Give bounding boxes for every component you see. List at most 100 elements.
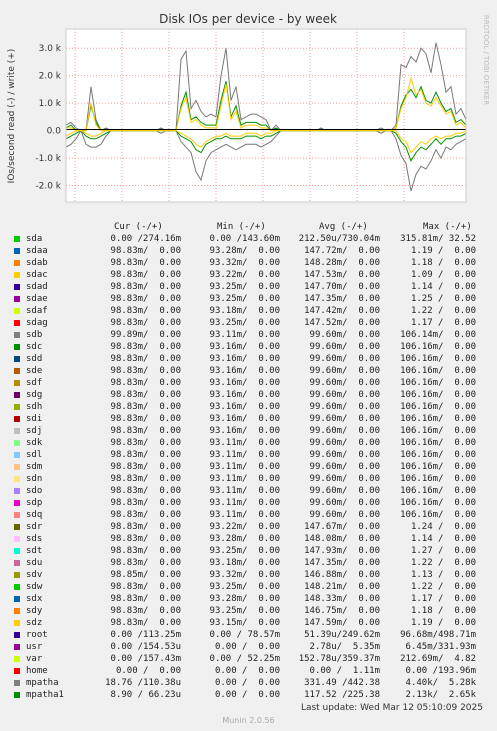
legend-device-name: sds: [26, 534, 43, 544]
legend-swatch: [14, 440, 20, 446]
legend-device-name: sdj: [26, 426, 43, 436]
rrdtool-watermark: RRDTOOL / TOBI OETIKER: [482, 15, 490, 105]
legend-cur-value: 98.83m/ 0.00: [110, 342, 181, 352]
legend-header-min: Min (-/+): [217, 222, 266, 232]
legend-device-name: sdh: [26, 402, 43, 412]
legend-max-value: 106.16m/ 0.00: [400, 426, 476, 436]
legend-swatch: [14, 680, 20, 686]
legend-device-name: sdn: [26, 474, 43, 484]
legend-device-name: root: [26, 630, 48, 640]
legend-cur-value: 98.83m/ 0.00: [110, 510, 181, 520]
legend-header-cur: Cur (-/+): [114, 222, 163, 232]
legend-cur-value: 98.83m/ 0.00: [110, 426, 181, 436]
legend-max-value: 1.24 / 0.00: [410, 522, 476, 532]
legend-cur-value: 98.83m/ 0.00: [110, 294, 181, 304]
legend-row: sdaa 98.83m/ 0.00 93.28m/ 0.00 147.72m/ 0.0…: [0, 246, 497, 258]
legend-row: sdx 98.83m/ 0.00 93.28m/ 0.00 148.33m/ 0.00…: [0, 594, 497, 606]
legend-avg-value: 99.60m/ 0.00: [309, 474, 380, 484]
legend-max-value: 106.16m/ 0.00: [400, 390, 476, 400]
legend-cur-value: 98.83m/ 0.00: [110, 522, 181, 532]
legend-row: sdr 98.83m/ 0.00 93.22m/ 0.00 147.67m/ 0.00…: [0, 522, 497, 534]
legend-avg-value: 99.60m/ 0.00: [309, 366, 380, 376]
legend-max-value: 106.14m/ 0.00: [400, 330, 476, 340]
legend-row: sdi 98.83m/ 0.00 93.16m/ 0.00 99.60m/ 0.00 1…: [0, 414, 497, 426]
legend-swatch: [14, 536, 20, 542]
legend-device-name: sdb: [26, 330, 43, 340]
legend-cur-value: 98.83m/ 0.00: [110, 474, 181, 484]
legend-avg-value: 99.60m/ 0.00: [309, 450, 380, 460]
legend-swatch: [14, 332, 20, 338]
legend-cur-value: 98.83m/ 0.00: [110, 606, 181, 616]
legend-avg-value: 147.52m/ 0.00: [304, 318, 380, 328]
legend-min-value: 93.16m/ 0.00: [209, 426, 280, 436]
legend-max-value: 4.40k/ 5.28k: [405, 678, 476, 688]
legend-avg-value: 99.60m/ 0.00: [309, 342, 380, 352]
legend-avg-value: 0.00 / 1.11m: [309, 666, 380, 676]
legend-row: sdw 98.83m/ 0.00 93.25m/ 0.00 148.21m/ 0.00…: [0, 582, 497, 594]
legend-avg-value: 146.75m/ 0.00: [304, 606, 380, 616]
legend-max-value: 106.16m/ 0.00: [400, 402, 476, 412]
legend-avg-value: 147.70m/ 0.00: [304, 282, 380, 292]
legend-avg-value: 331.49 /442.38: [304, 678, 380, 688]
legend-max-value: 106.16m/ 0.00: [400, 498, 476, 508]
legend-cur-value: 98.83m/ 0.00: [110, 390, 181, 400]
legend-min-value: 0.00 / 0.00: [214, 678, 280, 688]
legend-swatch: [14, 632, 20, 638]
legend-avg-value: 148.08m/ 0.00: [304, 534, 380, 544]
legend-row: sdac 98.83m/ 0.00 93.22m/ 0.00 147.53m/ 0.0…: [0, 270, 497, 282]
legend-cur-value: 98.83m/ 0.00: [110, 270, 181, 280]
legend-device-name: sdv: [26, 570, 43, 580]
legend-min-value: 93.25m/ 0.00: [209, 546, 280, 556]
legend-device-name: sdi: [26, 414, 43, 424]
legend-cur-value: 98.83m/ 0.00: [110, 618, 181, 628]
legend-device-name: sdz: [26, 618, 43, 628]
legend-min-value: 93.16m/ 0.00: [209, 390, 280, 400]
legend-device-name: sdr: [26, 522, 43, 532]
legend-min-value: 93.11m/ 0.00: [209, 462, 280, 472]
legend-max-value: 1.25 / 0.00: [410, 294, 476, 304]
y-tick-label: 2.0 k: [39, 72, 62, 82]
legend-swatch: [14, 476, 20, 482]
legend-max-value: 106.16m/ 0.00: [400, 486, 476, 496]
chart-title: Disk IOs per device - by week: [159, 12, 337, 26]
legend-min-value: 93.32m/ 0.00: [209, 570, 280, 580]
legend-min-value: 93.11m/ 0.00: [209, 474, 280, 484]
legend-min-value: 93.11m/ 0.00: [209, 330, 280, 340]
legend-row: sds 98.83m/ 0.00 93.28m/ 0.00 148.08m/ 0.00…: [0, 534, 497, 546]
munin-version: Munin 2.0.56: [222, 716, 275, 725]
legend-min-value: 93.28m/ 0.00: [209, 594, 280, 604]
legend-max-value: 1.22 / 0.00: [410, 558, 476, 568]
legend-min-value: 93.11m/ 0.00: [209, 450, 280, 460]
legend-avg-value: 99.60m/ 0.00: [309, 414, 380, 424]
legend-header-max: Max (-/+): [423, 222, 472, 232]
legend-device-name: sdu: [26, 558, 43, 568]
legend-max-value: 106.16m/ 0.00: [400, 474, 476, 484]
legend-device-name: sdl: [26, 450, 43, 460]
legend-min-value: 0.00 / 0.00: [214, 666, 280, 676]
legend-cur-value: 98.83m/ 0.00: [110, 462, 181, 472]
legend-cur-value: 98.83m/ 0.00: [110, 594, 181, 604]
legend-row: sdq 98.83m/ 0.00 93.11m/ 0.00 99.60m/ 0.00 1…: [0, 510, 497, 522]
legend-avg-value: 147.72m/ 0.00: [304, 246, 380, 256]
legend-cur-value: 98.83m/ 0.00: [110, 438, 181, 448]
legend-cur-value: 98.83m/ 0.00: [110, 366, 181, 376]
legend-device-name: sda: [26, 234, 43, 244]
legend-min-value: 93.16m/ 0.00: [209, 354, 280, 364]
legend-row: sdv 98.85m/ 0.00 93.32m/ 0.00 146.88m/ 0.00…: [0, 570, 497, 582]
legend-avg-value: 147.42m/ 0.00: [304, 306, 380, 316]
legend-row: sdj 98.83m/ 0.00 93.16m/ 0.00 99.60m/ 0.00 1…: [0, 426, 497, 438]
legend-max-value: 106.16m/ 0.00: [400, 510, 476, 520]
legend-row: home 0.00 / 0.00 0.00 / 0.00 0.00 / 1.11m 0.…: [0, 666, 497, 678]
legend-cur-value: 98.83m/ 0.00: [110, 534, 181, 544]
legend-min-value: 0.00 / 78.57m: [209, 630, 280, 640]
legend-row: sdp 98.83m/ 0.00 93.11m/ 0.00 99.60m/ 0.00 1…: [0, 498, 497, 510]
legend-header-avg: Avg (-/+): [319, 222, 368, 232]
legend-device-name: sdy: [26, 606, 43, 616]
legend-avg-value: 146.88m/ 0.00: [304, 570, 380, 580]
legend-row: sdl 98.83m/ 0.00 93.11m/ 0.00 99.60m/ 0.00 1…: [0, 450, 497, 462]
legend-device-name: sdac: [26, 270, 48, 280]
legend-max-value: 1.22 / 0.00: [410, 582, 476, 592]
legend-swatch: [14, 284, 20, 290]
legend-max-value: 1.22 / 0.00: [410, 306, 476, 316]
disk-io-chart: Disk IOs per device - by week IOs/second…: [7, 12, 490, 203]
